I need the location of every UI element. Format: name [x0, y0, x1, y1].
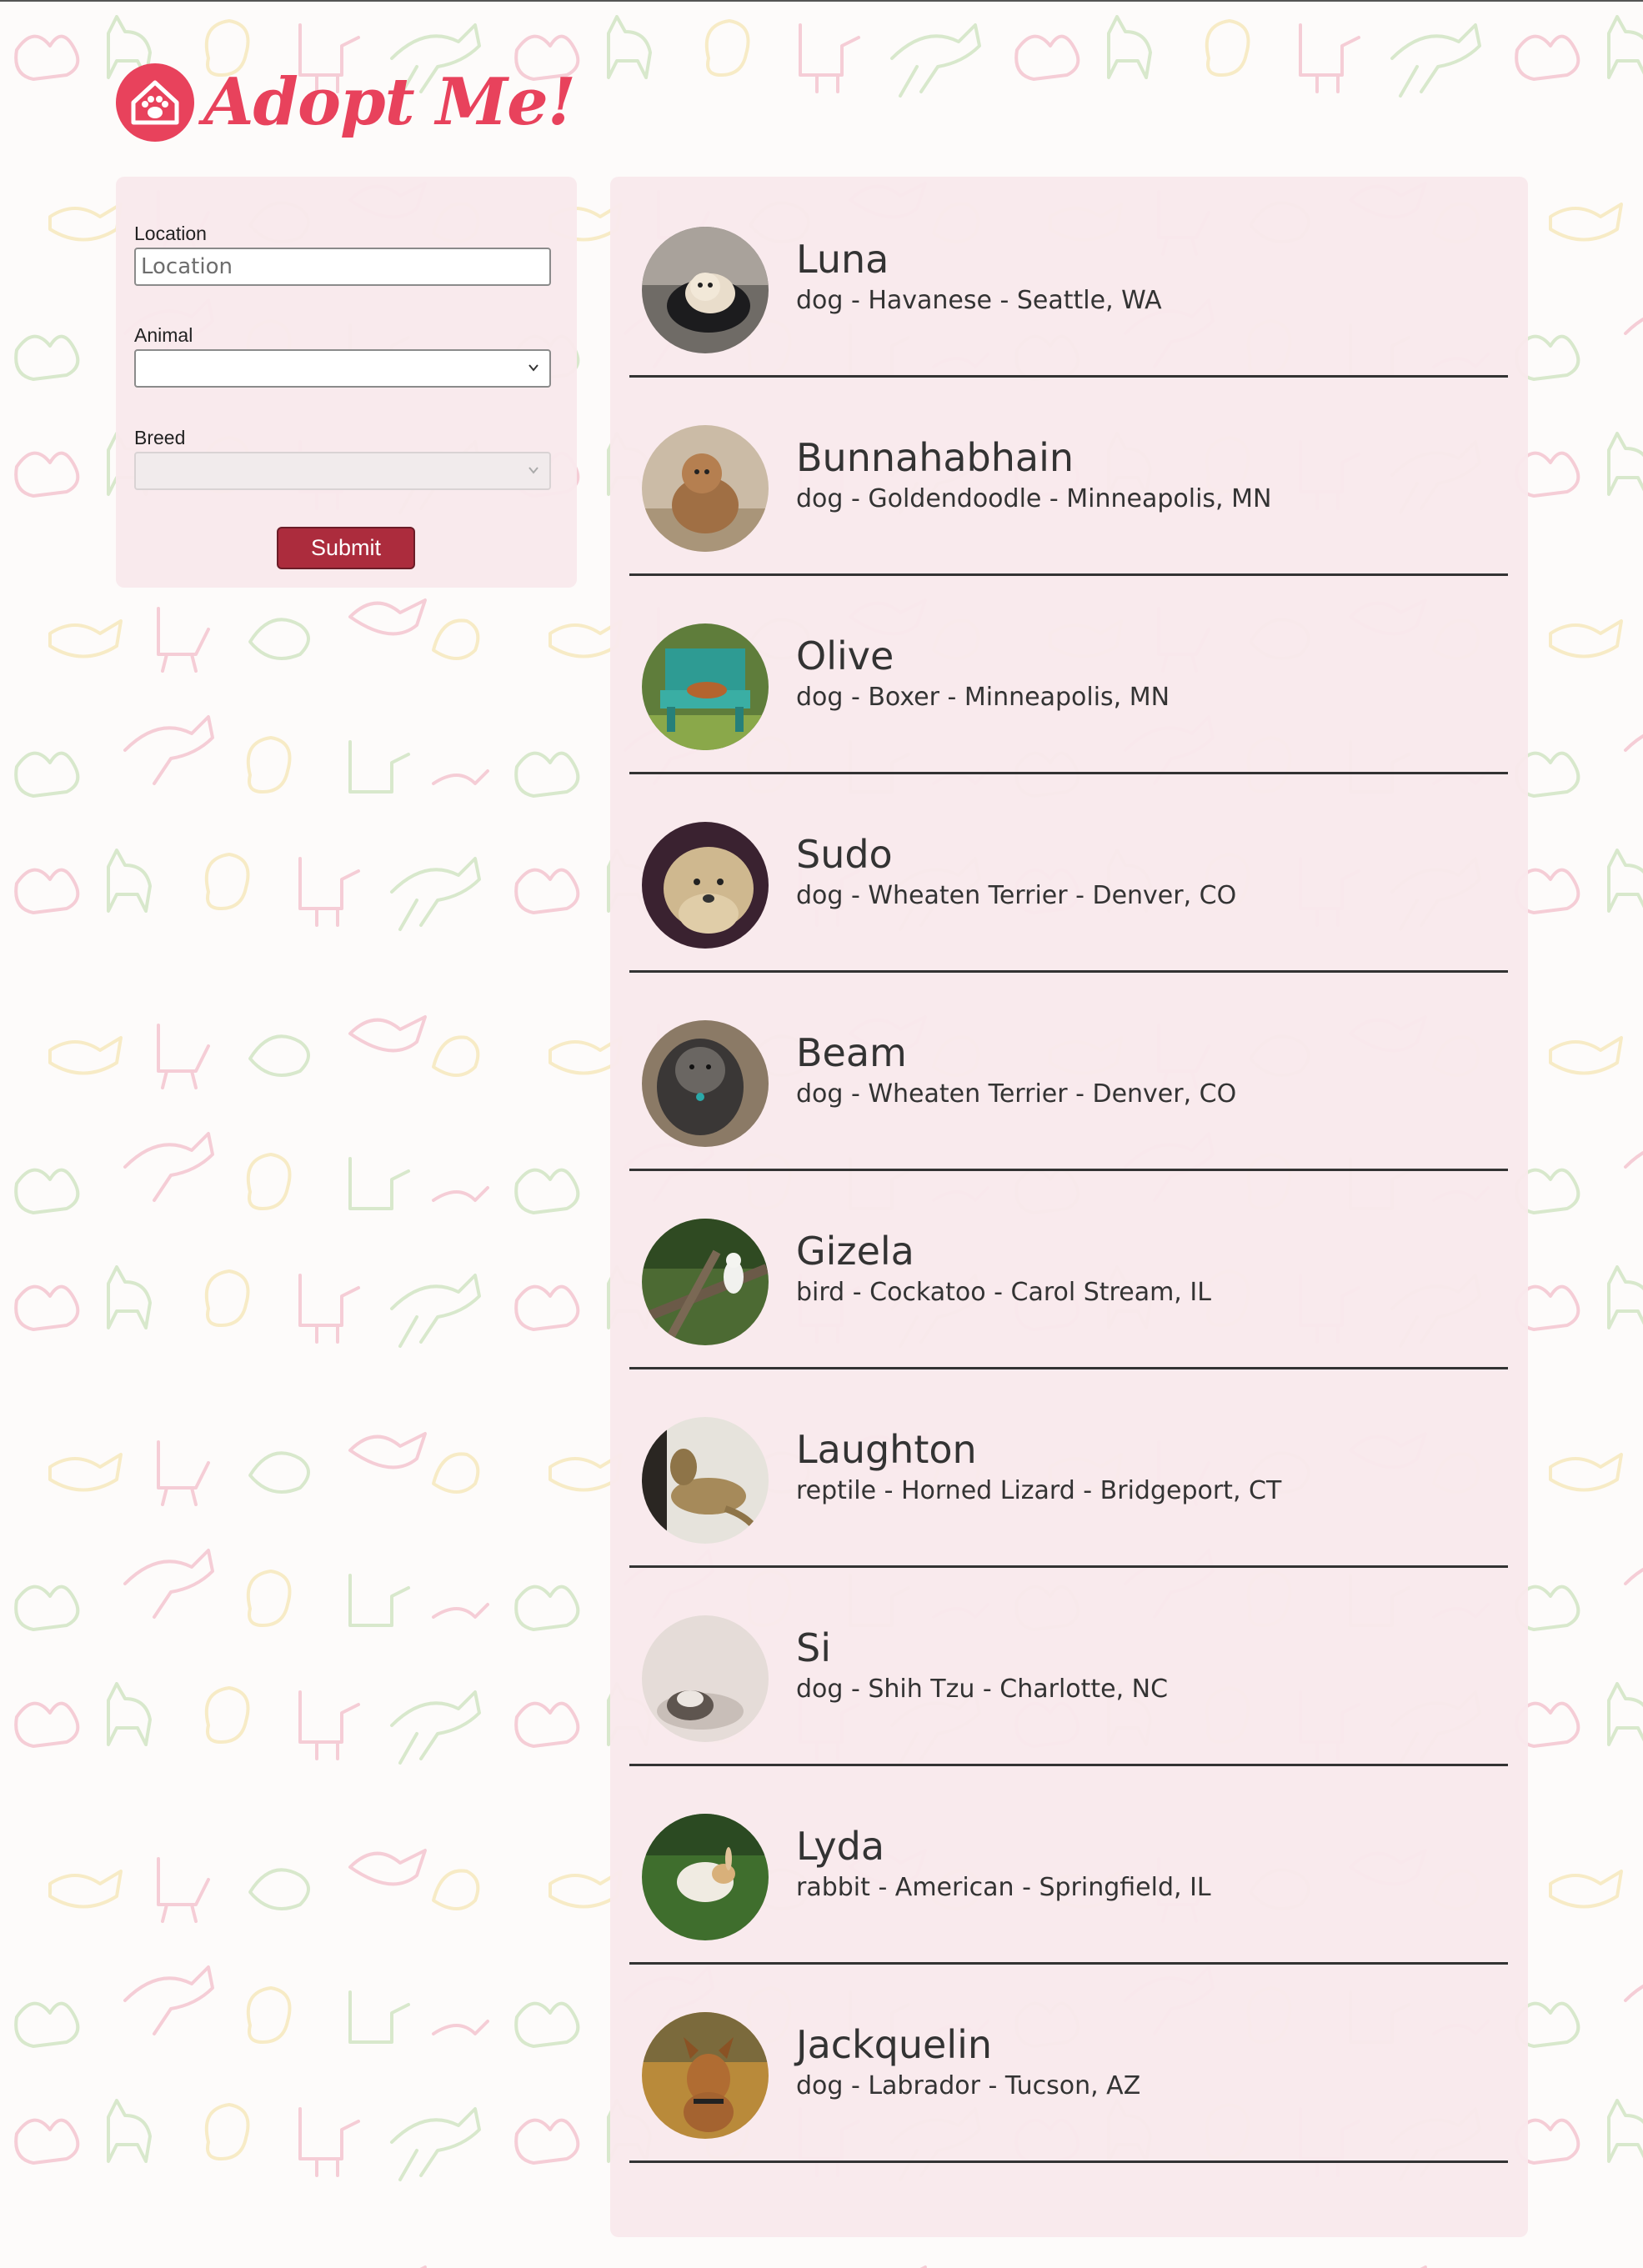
- pet-info: Sudo dog - Wheaten Terrier - Denver, CO: [796, 835, 1236, 909]
- dog-photo-icon: [642, 425, 769, 552]
- breed-select[interactable]: [134, 452, 551, 490]
- breed-label: Breed: [134, 427, 186, 448]
- pet-info: Gizela bird - Cockatoo - Carol Stream, I…: [796, 1232, 1211, 1305]
- pet-name: Si: [796, 1625, 831, 1670]
- rabbit-photo-icon: [642, 1814, 769, 1940]
- pet-description: dog - Goldendoodle - Minneapolis, MN: [796, 484, 1272, 513]
- pet-description: dog - Shih Tzu - Charlotte, NC: [796, 1675, 1169, 1704]
- pet-card[interactable]: Beam dog - Wheaten Terrier - Denver, CO: [629, 970, 1508, 1171]
- pet-name: Gizela: [796, 1229, 914, 1274]
- dog-photo-icon: [642, 1020, 769, 1147]
- search-results: Luna dog - Havanese - Seattle, WA Bunnah…: [610, 177, 1528, 2237]
- chevron-down-icon: [528, 467, 538, 474]
- pet-card[interactable]: Olive dog - Boxer - Minneapolis, MN: [629, 573, 1508, 774]
- location-input[interactable]: [134, 248, 551, 286]
- pet-card[interactable]: Gizela bird - Cockatoo - Carol Stream, I…: [629, 1169, 1508, 1369]
- animal-field: Animal: [134, 324, 551, 388]
- site-logo-text[interactable]: Adopt Me!: [203, 70, 576, 135]
- pet-name: Luna: [796, 237, 889, 282]
- pet-description: bird - Cockatoo - Carol Stream, IL: [796, 1278, 1211, 1307]
- pet-info: Beam dog - Wheaten Terrier - Denver, CO: [796, 1034, 1236, 1107]
- animal-label: Animal: [134, 324, 193, 346]
- pet-card[interactable]: Laughton reptile - Horned Lizard - Bridg…: [629, 1367, 1508, 1568]
- pet-card[interactable]: Si dog - Shih Tzu - Charlotte, NC: [629, 1565, 1508, 1766]
- pet-info: Si dog - Shih Tzu - Charlotte, NC: [796, 1629, 1168, 1702]
- pet-name: Beam: [796, 1030, 907, 1075]
- pet-description: dog - Wheaten Terrier - Denver, CO: [796, 881, 1237, 910]
- pet-description: dog - Boxer - Minneapolis, MN: [796, 683, 1170, 712]
- dog-photo-icon: [642, 623, 769, 750]
- pet-card[interactable]: Sudo dog - Wheaten Terrier - Denver, CO: [629, 772, 1508, 973]
- pet-description: rabbit - American - Springfield, IL: [796, 1873, 1211, 1902]
- dog-photo-icon: [642, 227, 769, 353]
- pet-card[interactable]: Jackquelin dog - Labrador - Tucson, AZ: [629, 1962, 1508, 2163]
- pet-name: Jackquelin: [796, 2022, 993, 2067]
- dog-photo-icon: [642, 2012, 769, 2139]
- search-form: Location Animal Breed Submit: [116, 177, 577, 588]
- pet-description: reptile - Horned Lizard - Bridgeport, CT: [796, 1476, 1282, 1505]
- animal-select[interactable]: [134, 349, 551, 388]
- pet-info: Olive dog - Boxer - Minneapolis, MN: [796, 637, 1170, 710]
- site-header: Adopt Me!: [115, 48, 576, 157]
- submit-button[interactable]: Submit: [277, 527, 415, 569]
- bird-photo-icon: [642, 1219, 769, 1345]
- pet-info: Jackquelin dog - Labrador - Tucson, AZ: [796, 2025, 1140, 2099]
- pet-card[interactable]: Bunnahabhain dog - Goldendoodle - Minnea…: [629, 375, 1508, 576]
- pet-info: Bunnahabhain dog - Goldendoodle - Minnea…: [796, 438, 1271, 512]
- dog-photo-icon: [642, 1615, 769, 1742]
- pet-name: Laughton: [796, 1427, 977, 1472]
- pet-card[interactable]: Luna dog - Havanese - Seattle, WA: [629, 177, 1508, 378]
- paw-house-logo-icon[interactable]: [115, 63, 195, 143]
- pet-info: Luna dog - Havanese - Seattle, WA: [796, 240, 1162, 313]
- pet-name: Bunnahabhain: [796, 435, 1074, 480]
- pet-name: Lyda: [796, 1824, 885, 1869]
- chevron-down-icon: [528, 364, 538, 372]
- dog-photo-icon: [642, 822, 769, 949]
- pet-description: dog - Havanese - Seattle, WA: [796, 286, 1162, 315]
- location-field: Location: [134, 223, 551, 286]
- breed-field: Breed: [134, 427, 551, 490]
- lizard-photo-icon: [642, 1417, 769, 1544]
- pet-description: dog - Wheaten Terrier - Denver, CO: [796, 1079, 1237, 1109]
- pet-info: Laughton reptile - Horned Lizard - Bridg…: [796, 1430, 1281, 1504]
- pet-card[interactable]: Lyda rabbit - American - Springfield, IL: [629, 1764, 1508, 1965]
- pet-info: Lyda rabbit - American - Springfield, IL: [796, 1827, 1211, 1900]
- location-label: Location: [134, 223, 207, 244]
- pet-name: Olive: [796, 633, 894, 678]
- pet-description: dog - Labrador - Tucson, AZ: [796, 2071, 1141, 2100]
- pet-name: Sudo: [796, 832, 893, 877]
